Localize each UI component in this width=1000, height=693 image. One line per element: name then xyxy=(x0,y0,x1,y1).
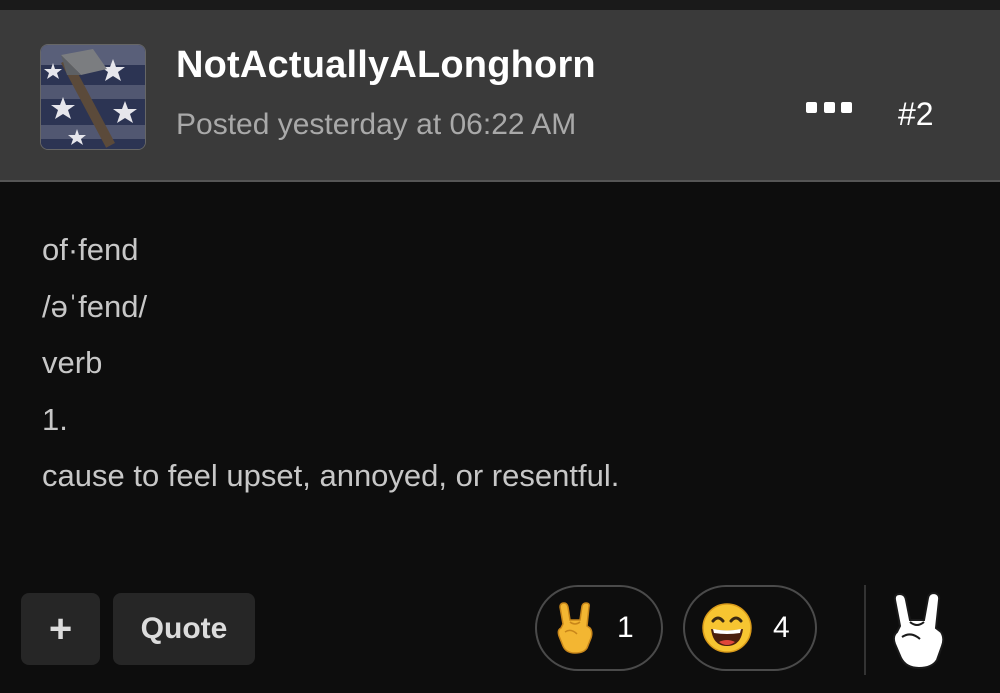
reaction-rock-on[interactable]: 1 xyxy=(535,585,663,671)
body-line: of·fend xyxy=(42,232,139,267)
quote-button[interactable]: Quote xyxy=(113,593,255,665)
post-header: NotActuallyALonghorn Posted yesterday at… xyxy=(0,10,1000,182)
username[interactable]: NotActuallyALonghorn xyxy=(176,44,596,87)
reaction-laughing[interactable]: 4 xyxy=(683,585,817,671)
avatar[interactable] xyxy=(40,44,146,150)
avatar-image xyxy=(41,45,145,149)
body-line: cause to feel upset, annoyed, or resentf… xyxy=(42,458,620,493)
react-button[interactable] xyxy=(886,591,952,670)
dot xyxy=(806,101,817,113)
post-number-link[interactable]: #2 xyxy=(898,96,934,133)
more-options-icon[interactable] xyxy=(806,96,852,118)
top-strip xyxy=(0,0,1000,10)
body-line: verb xyxy=(42,345,103,380)
rock-on-hand-icon xyxy=(557,602,593,654)
reaction-count: 4 xyxy=(773,611,790,644)
post-timestamp: Posted yesterday at 06:22 AM xyxy=(176,108,577,141)
dot xyxy=(823,101,835,113)
laughing-face-icon xyxy=(702,603,752,653)
add-button[interactable]: + xyxy=(21,593,100,665)
divider xyxy=(864,585,866,675)
reaction-count: 1 xyxy=(617,611,634,644)
dot xyxy=(841,101,852,113)
post-body: of·fend /əˈfend/ verb 1. cause to feel u… xyxy=(42,222,619,505)
body-line: 1. xyxy=(42,401,68,437)
body-line: /əˈfend/ xyxy=(42,288,148,324)
rock-on-hand-icon xyxy=(892,591,945,670)
